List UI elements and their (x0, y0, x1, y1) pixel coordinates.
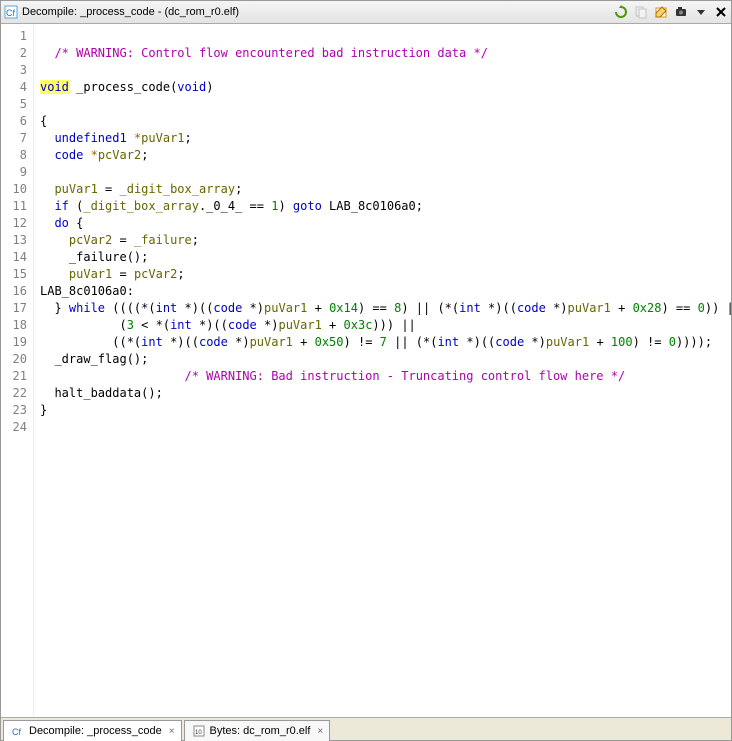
svg-text:10: 10 (195, 730, 202, 736)
code-line: code *pcVar2; (40, 147, 727, 164)
code-line: _draw_flag(); (40, 351, 727, 368)
line-number: 7 (3, 130, 27, 147)
line-number: 12 (3, 215, 27, 232)
decompile-window: Cf Decompile: _process_code - (dc_rom_r0… (0, 0, 732, 741)
code-line (40, 28, 727, 45)
line-number: 20 (3, 351, 27, 368)
close-icon[interactable]: × (169, 726, 175, 737)
code-line: pcVar2 = _failure; (40, 232, 727, 249)
code-line (40, 62, 727, 79)
code-line (40, 164, 727, 181)
edit-icon[interactable] (653, 4, 669, 20)
line-number: 24 (3, 419, 27, 436)
line-number: 19 (3, 334, 27, 351)
code-area: 123456789101112131415161718192021222324 … (1, 24, 731, 717)
code-line: LAB_8c0106a0: (40, 283, 727, 300)
code-line: } while ((((*(int *)((code *)puVar1 + 0x… (40, 300, 727, 317)
cf-icon: Cf (10, 723, 26, 739)
snapshot-icon[interactable] (673, 4, 689, 20)
code-content[interactable]: /* WARNING: Control flow encountered bad… (34, 24, 731, 717)
line-number: 22 (3, 385, 27, 402)
line-number: 17 (3, 300, 27, 317)
code-line: do { (40, 215, 727, 232)
close-icon[interactable]: × (317, 726, 323, 737)
line-number: 10 (3, 181, 27, 198)
toolbar (613, 4, 729, 20)
menu-icon[interactable] (693, 4, 709, 20)
code-line: } (40, 402, 727, 419)
line-number: 18 (3, 317, 27, 334)
line-number: 23 (3, 402, 27, 419)
line-number: 3 (3, 62, 27, 79)
code-line (40, 96, 727, 113)
refresh-icon[interactable] (613, 4, 629, 20)
code-line: /* WARNING: Control flow encountered bad… (40, 45, 727, 62)
line-number: 5 (3, 96, 27, 113)
code-line: { (40, 113, 727, 130)
svg-text:Cf: Cf (6, 8, 15, 18)
line-number: 6 (3, 113, 27, 130)
line-gutter: 123456789101112131415161718192021222324 (1, 24, 34, 717)
line-number: 4 (3, 79, 27, 96)
line-number: 1 (3, 28, 27, 45)
line-number: 11 (3, 198, 27, 215)
titlebar: Cf Decompile: _process_code - (dc_rom_r0… (1, 1, 731, 24)
line-number: 21 (3, 368, 27, 385)
tab-bytes[interactable]: 10 Bytes: dc_rom_r0.elf × (184, 720, 331, 741)
line-number: 14 (3, 249, 27, 266)
bytes-icon: 10 (191, 723, 207, 739)
line-number: 15 (3, 266, 27, 283)
line-number: 16 (3, 283, 27, 300)
code-line: (3 < *(int *)((code *)puVar1 + 0x3c))) |… (40, 317, 727, 334)
close-icon[interactable] (713, 4, 729, 20)
cf-icon: Cf (3, 4, 19, 20)
code-line: if (_digit_box_array._0_4_ == 1) goto LA… (40, 198, 727, 215)
code-line: /* WARNING: Bad instruction - Truncating… (40, 368, 727, 385)
tab-decompile[interactable]: Cf Decompile: _process_code × (3, 720, 182, 741)
tab-label: Decompile: _process_code (29, 725, 162, 737)
code-line (40, 419, 727, 436)
code-line: ((*(int *)((code *)puVar1 + 0x50) != 7 |… (40, 334, 727, 351)
line-number: 8 (3, 147, 27, 164)
line-number: 9 (3, 164, 27, 181)
code-line: puVar1 = pcVar2; (40, 266, 727, 283)
line-number: 13 (3, 232, 27, 249)
tab-label: Bytes: dc_rom_r0.elf (210, 725, 311, 737)
code-line: void _process_code(void) (40, 79, 727, 96)
svg-text:Cf: Cf (12, 727, 21, 737)
code-line: undefined1 *puVar1; (40, 130, 727, 147)
line-number: 2 (3, 45, 27, 62)
code-line: puVar1 = _digit_box_array; (40, 181, 727, 198)
code-line: _failure(); (40, 249, 727, 266)
bottom-tabs: Cf Decompile: _process_code × 10 Bytes: … (1, 717, 731, 740)
window-title: Decompile: _process_code - (dc_rom_r0.el… (22, 6, 239, 18)
code-line: halt_baddata(); (40, 385, 727, 402)
copy-icon[interactable] (633, 4, 649, 20)
